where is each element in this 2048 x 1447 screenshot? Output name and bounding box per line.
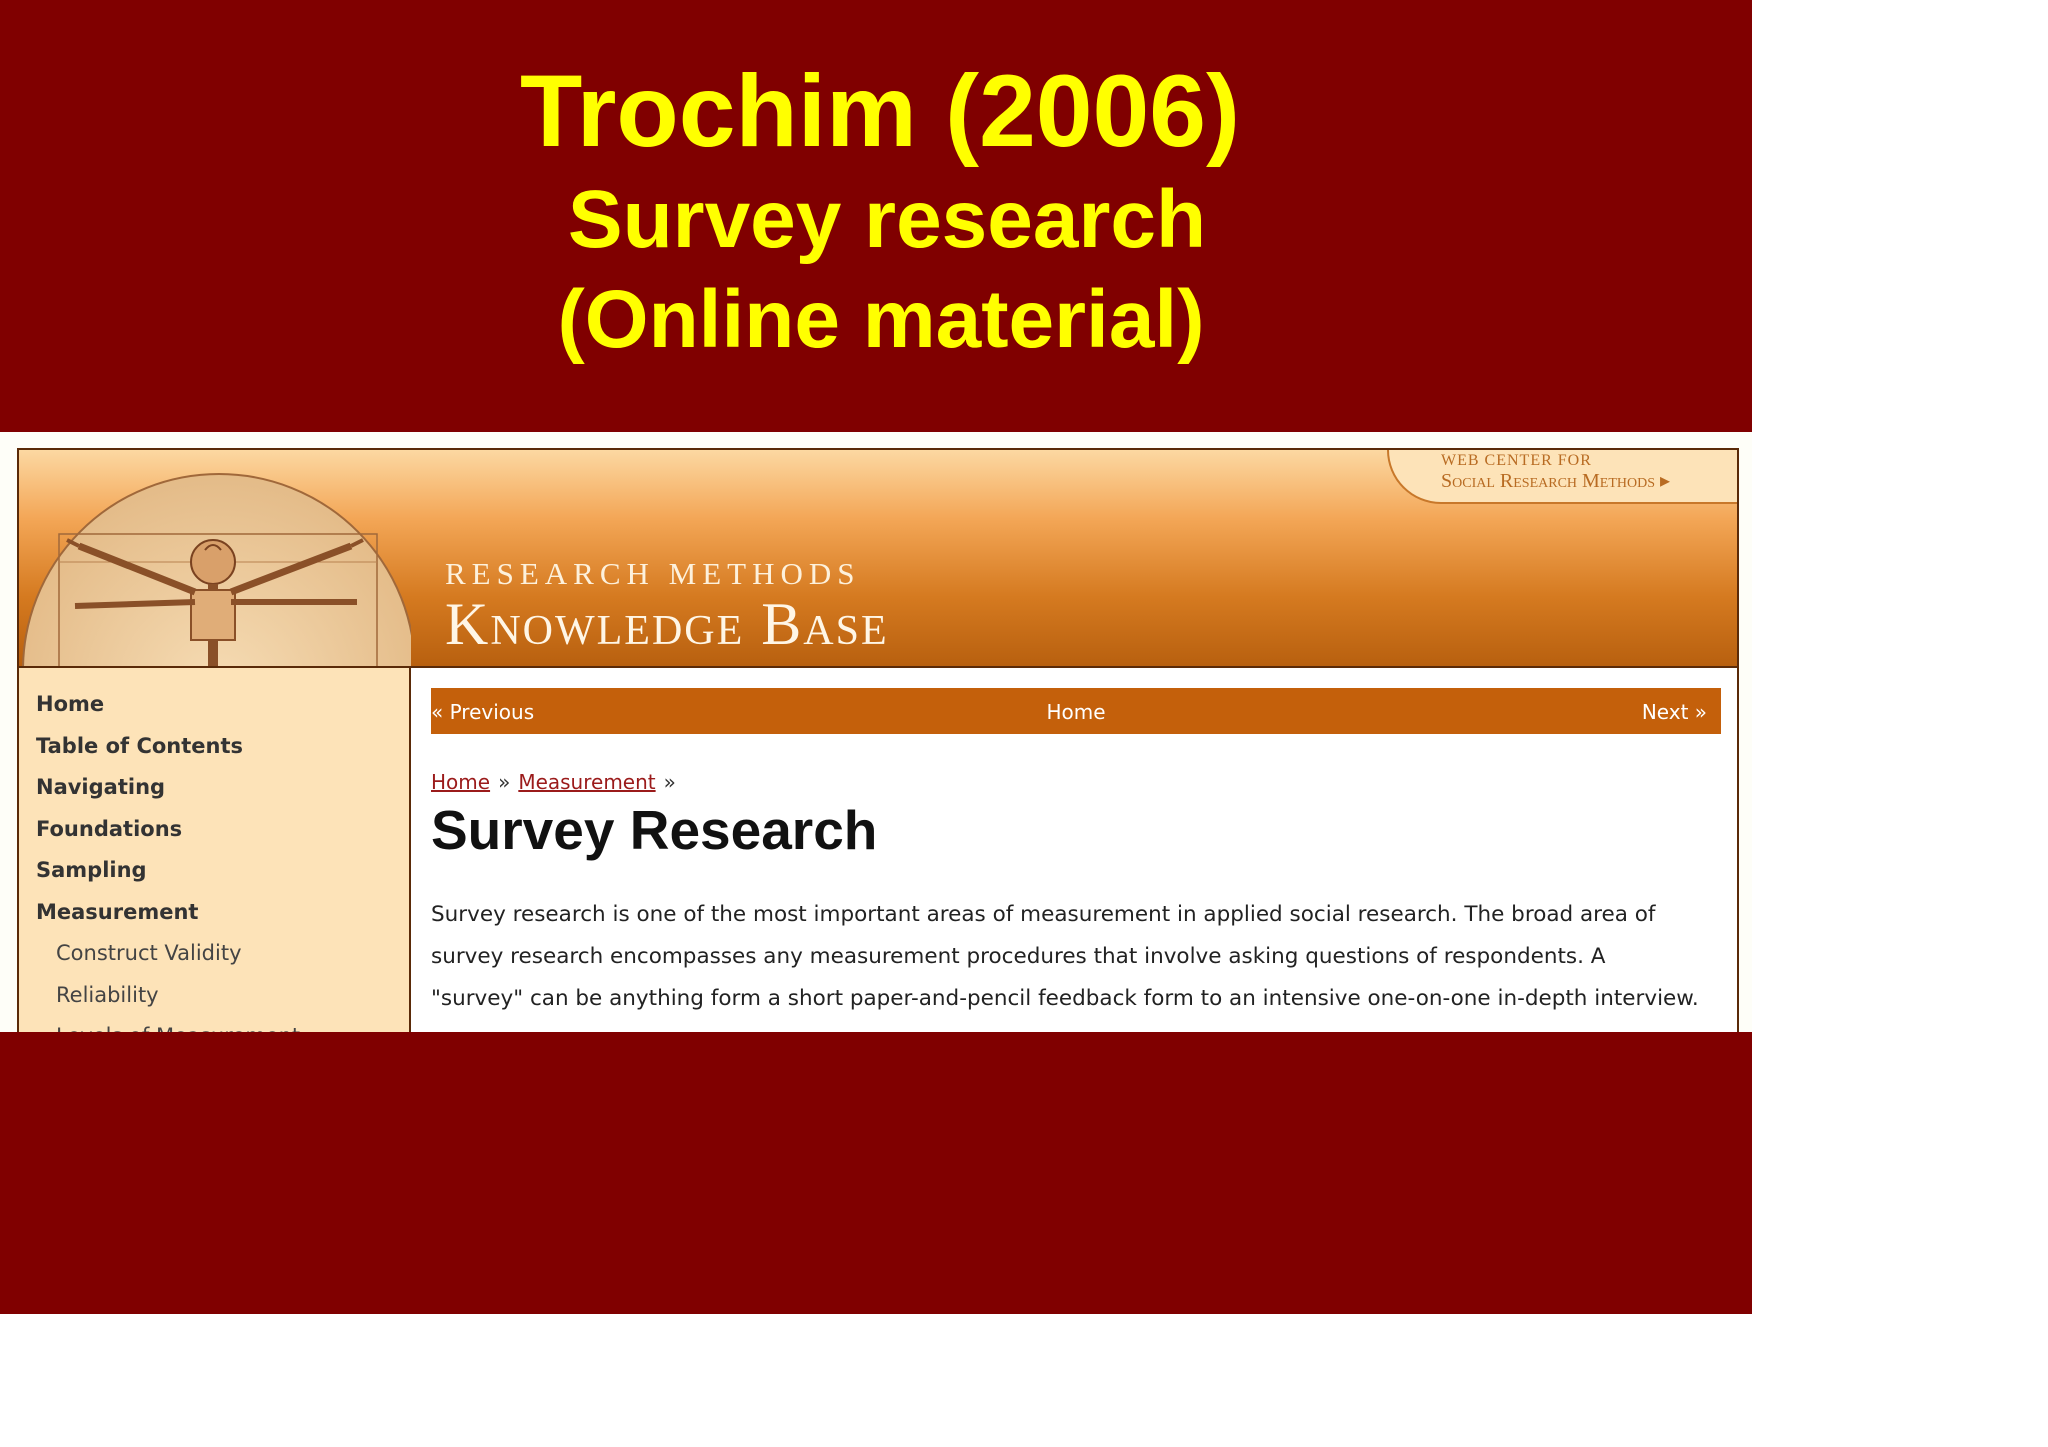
- slide-title-line2: Survey research: [567, 174, 1207, 265]
- banner-subtitle: RESEARCH METHODS: [445, 556, 861, 591]
- slide-header-band: Trochim (2006) Survey research (Online m…: [0, 0, 1752, 432]
- intro-line-1: Survey research is one of the most impor…: [431, 902, 1656, 927]
- breadcrumb-separator: »: [498, 770, 511, 794]
- web-center-line2: Social Research Methods ▸: [1441, 470, 1671, 492]
- breadcrumb-separator: »: [663, 770, 676, 794]
- sidebar-item-construct-validity[interactable]: Construct Validity: [19, 933, 409, 975]
- next-link[interactable]: Next »: [1642, 700, 1707, 724]
- intro-line-2: survey research encompasses any measurem…: [431, 944, 1606, 969]
- breadcrumb-home-link[interactable]: Home: [431, 770, 490, 794]
- sidebar-nav: Home Table of Contents Navigating Founda…: [19, 668, 411, 1032]
- breadcrumb-measurement-link[interactable]: Measurement: [518, 770, 655, 794]
- banner-title: Knowledge Base: [445, 591, 889, 657]
- web-center-link[interactable]: WEB CENTER FOR Social Research Methods ▸: [1387, 450, 1737, 504]
- vitruvian-man-image: [19, 450, 411, 666]
- page-navbar: « Previous Home Next »: [431, 688, 1721, 734]
- sidebar-item-foundations[interactable]: Foundations: [19, 809, 409, 851]
- intro-paragraph: Survey research is one of the most impor…: [431, 894, 1731, 1020]
- page-title: Survey Research: [431, 799, 878, 861]
- sidebar-item-navigating[interactable]: Navigating: [19, 767, 409, 809]
- sidebar-item-reliability[interactable]: Reliability: [19, 975, 409, 1017]
- knowledge-base-site: WEB CENTER FOR Social Research Methods ▸…: [17, 448, 1739, 1032]
- sidebar-item-levels-of-measurement[interactable]: Levels of Measurement: [19, 1016, 409, 1032]
- sidebar-item-home[interactable]: Home: [19, 684, 409, 726]
- slide-footer-band: [0, 1032, 1752, 1314]
- sidebar-item-table-of-contents[interactable]: Table of Contents: [19, 726, 409, 768]
- site-banner: WEB CENTER FOR Social Research Methods ▸…: [19, 450, 1737, 668]
- sidebar-item-sampling[interactable]: Sampling: [19, 850, 409, 892]
- breadcrumb: Home » Measurement »: [431, 770, 684, 794]
- sidebar-item-measurement[interactable]: Measurement: [19, 892, 409, 934]
- main-content: « Previous Home Next » Home » Measurement »…: [411, 668, 1737, 1032]
- intro-line-3: "survey" can be anything form a short pa…: [431, 986, 1699, 1011]
- slide-title: Trochim (2006) Survey research (Online m…: [0, 52, 1752, 370]
- website-screenshot: WEB CENTER FOR Social Research Methods ▸…: [0, 432, 1752, 1032]
- navbar-home-link[interactable]: Home: [431, 700, 1721, 724]
- play-arrow-icon: ▸: [1660, 470, 1671, 492]
- slide-title-line1: Trochim (2006): [520, 54, 1240, 168]
- slide-title-line3: (Online material): [557, 274, 1205, 365]
